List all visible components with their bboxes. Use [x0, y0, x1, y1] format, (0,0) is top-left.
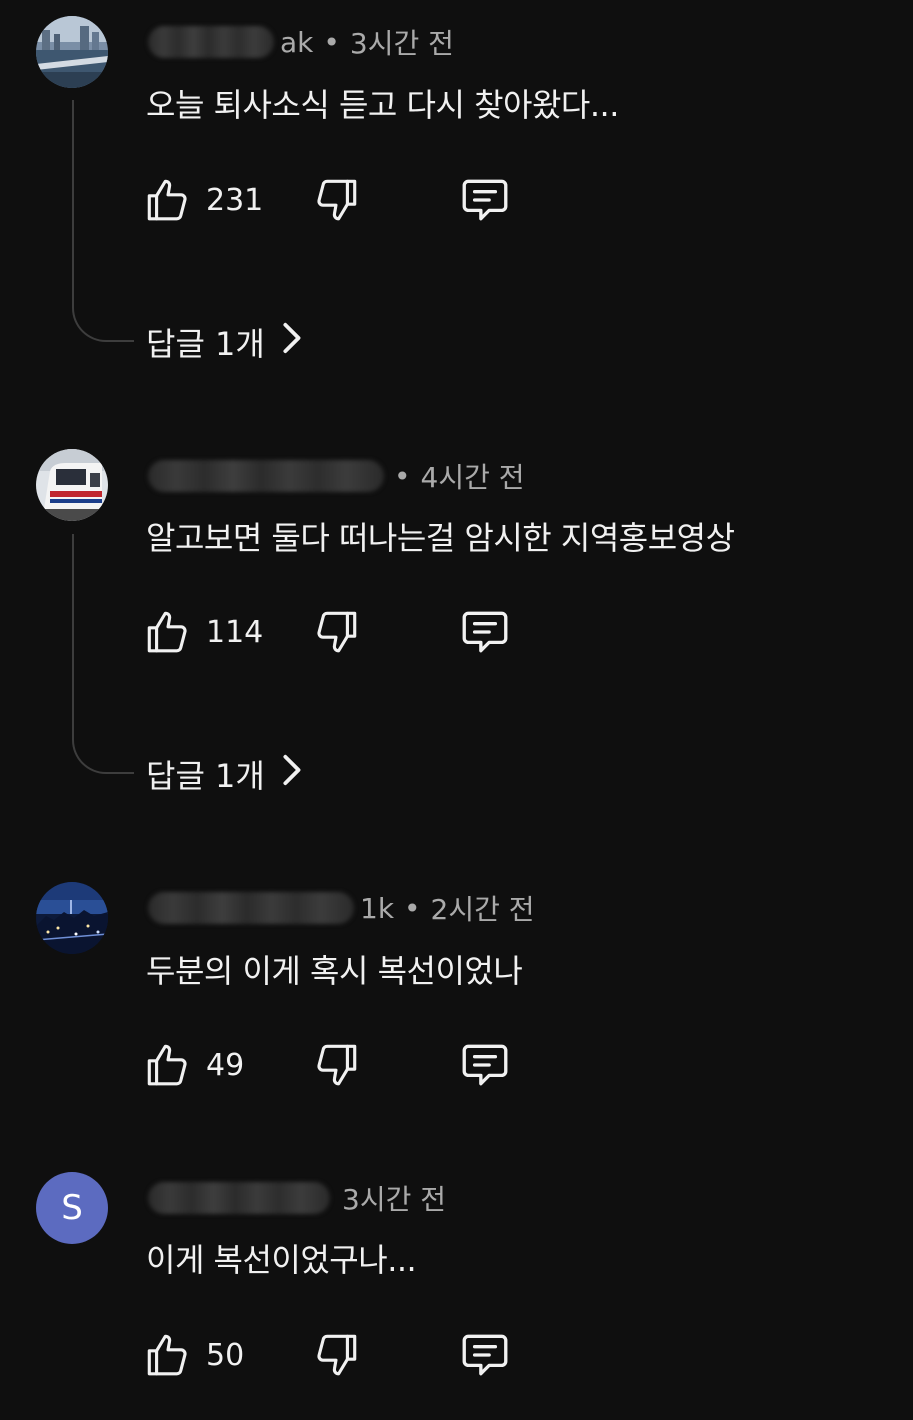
thumbs-down-icon — [312, 175, 362, 225]
reply-thread-line — [72, 100, 134, 342]
dislike-button[interactable] — [312, 172, 362, 228]
comment-time[interactable]: 3시간 전 — [350, 22, 454, 62]
comment-icon — [458, 1040, 512, 1090]
comment-meta: 1k • 2시간 전 — [148, 888, 535, 928]
dislike-button[interactable] — [312, 1037, 362, 1093]
comment-text: 이게 복선이었구나... — [146, 1241, 417, 1279]
reply-thread-line — [72, 534, 134, 774]
avatar[interactable] — [36, 882, 108, 954]
reply-button[interactable] — [458, 1327, 512, 1383]
comment-text: 오늘 퇴사소식 듣고 다시 찾아왔다... — [146, 86, 619, 124]
like-count: 231 — [206, 182, 264, 218]
avatar[interactable] — [36, 16, 108, 88]
thumbs-down-icon — [312, 1040, 362, 1090]
dislike-button[interactable] — [312, 604, 362, 660]
comment-time[interactable]: 3시간 전 — [342, 1178, 446, 1218]
thumbs-down-icon — [312, 607, 362, 657]
comment-actions: 50 — [140, 1327, 560, 1383]
thumbs-down-icon — [312, 1330, 362, 1380]
author-name-suffix[interactable]: ak — [280, 26, 313, 59]
author-name-blurred[interactable] — [148, 892, 354, 924]
comment-icon — [458, 607, 512, 657]
comment-meta: 3시간 전 — [148, 1178, 446, 1218]
author-name-blurred[interactable] — [148, 1182, 330, 1214]
comment-time[interactable]: 4시간 전 — [421, 456, 525, 496]
comment-icon — [458, 175, 512, 225]
reply-button[interactable] — [458, 172, 512, 228]
like-button[interactable]: 50 — [142, 1327, 244, 1383]
thumbs-up-icon — [142, 175, 192, 225]
chevron-right-icon — [265, 321, 303, 363]
thumbs-up-icon — [142, 607, 192, 657]
comment-actions: 114 — [140, 604, 560, 660]
comment-meta: • 4시간 전 — [148, 456, 525, 496]
like-count: 49 — [206, 1047, 245, 1083]
reply-button[interactable] — [458, 604, 512, 660]
like-count: 50 — [206, 1337, 245, 1373]
chevron-right-icon — [265, 753, 303, 795]
thumbs-up-icon — [142, 1040, 192, 1090]
author-name-blurred[interactable] — [148, 460, 384, 492]
comment-time[interactable]: 2시간 전 — [431, 888, 535, 928]
replies-label: 답글 1개 — [146, 325, 265, 363]
like-button[interactable]: 231 — [142, 172, 263, 228]
avatar[interactable]: S — [36, 1172, 108, 1244]
meta-separator: • — [404, 891, 421, 925]
thumbs-up-icon — [142, 1330, 192, 1380]
meta-separator: • — [323, 25, 340, 59]
comment-text: 두분의 이게 혹시 복선이었나 — [146, 952, 523, 990]
replies-label: 답글 1개 — [146, 757, 265, 795]
avatar[interactable] — [36, 449, 108, 521]
like-button[interactable]: 114 — [142, 604, 263, 660]
comment-actions: 49 — [140, 1037, 560, 1093]
view-replies-button[interactable]: 답글 1개 — [146, 750, 303, 798]
view-replies-button[interactable]: 답글 1개 — [146, 318, 303, 366]
comment-meta: ak • 3시간 전 — [148, 22, 454, 62]
like-count: 114 — [206, 614, 264, 650]
dislike-button[interactable] — [312, 1327, 362, 1383]
author-name-blurred[interactable] — [148, 26, 274, 58]
meta-separator: • — [394, 459, 411, 493]
comment-icon — [458, 1330, 512, 1380]
comment-actions: 231 — [140, 172, 560, 228]
author-name-suffix[interactable]: 1k — [360, 892, 394, 925]
reply-button[interactable] — [458, 1037, 512, 1093]
like-button[interactable]: 49 — [142, 1037, 244, 1093]
comment-text: 알고보면 둘다 떠나는걸 암시한 지역홍보영상 — [146, 519, 735, 557]
